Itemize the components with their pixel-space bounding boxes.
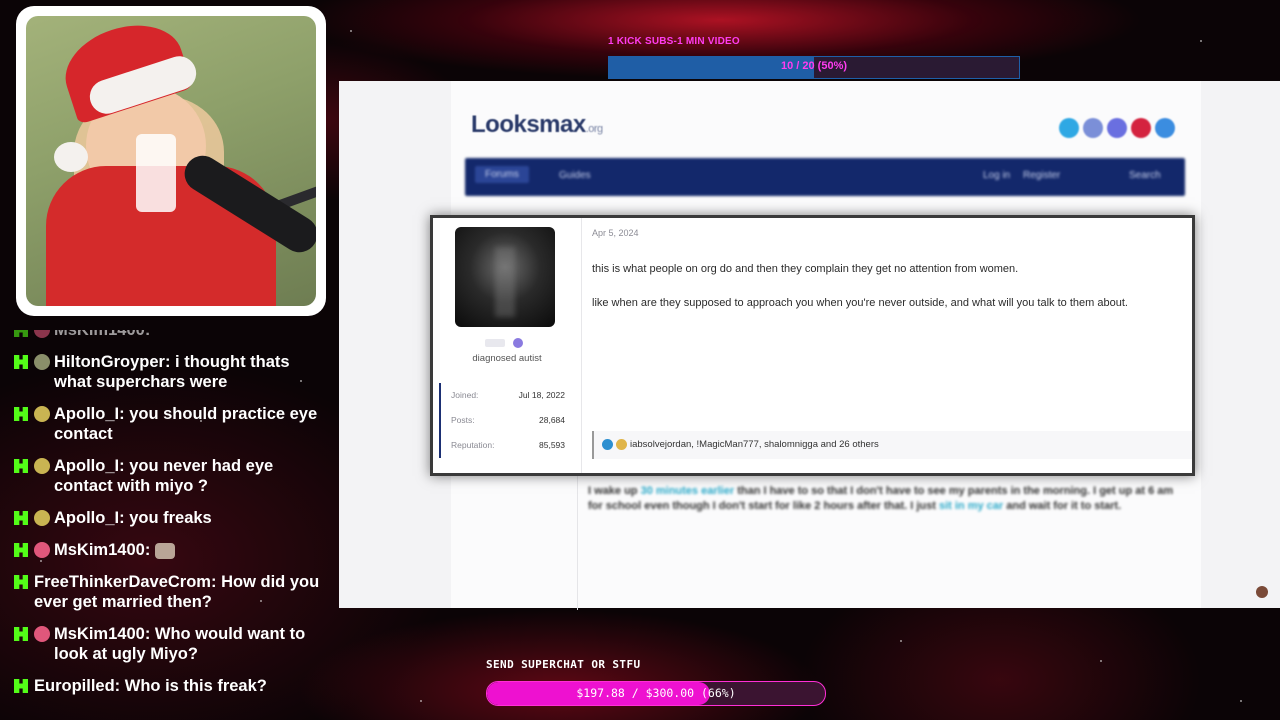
verified-badge-icon: [513, 338, 523, 348]
chat-message: Europilled: Who is this freak?: [12, 676, 322, 696]
kick-badge-icon: [14, 627, 28, 641]
kick-sub-goal-bar: 10 / 20 (50%): [608, 56, 1020, 79]
pinterest-icon[interactable]: [1131, 118, 1151, 138]
chat-avatar-icon: [34, 510, 50, 526]
chat-username[interactable]: Apollo_I: [54, 509, 119, 527]
kick-badge-icon: [14, 575, 28, 589]
kick-sub-goal-title: 1 KICK SUBS-1 MIN VIDEO: [608, 36, 740, 47]
stat-posts: Posts: 28,684: [451, 415, 565, 425]
user-title: diagnosed autist: [472, 353, 542, 364]
chat-avatar-icon: [34, 354, 50, 370]
chat-avatar-icon: [34, 626, 50, 642]
chat-message: MsKim1400:: [12, 540, 322, 560]
chat-username[interactable]: MsKim1400: [54, 625, 145, 643]
blurred-user-column: [452, 470, 578, 610]
nav-register[interactable]: Register: [1023, 170, 1060, 181]
webcam-feed: [26, 16, 316, 306]
chat-username[interactable]: MsKim1400: [54, 330, 145, 339]
twitter-icon[interactable]: [1059, 118, 1079, 138]
chat-avatar-icon: [34, 458, 50, 474]
kick-badge-icon: [14, 459, 28, 473]
chat-message: MsKim1400:: [12, 330, 322, 340]
post-paragraph: like when are they supposed to approach …: [592, 297, 1128, 309]
superchat-goal-bar: $197.88 / $300.00 (66%): [486, 681, 826, 706]
chat-username[interactable]: Apollo_I: [54, 405, 119, 423]
user-avatar[interactable]: [455, 227, 555, 327]
kick-badge-icon: [14, 679, 28, 693]
blurred-post-text: I wake up 30 minutes earlier than I have…: [588, 485, 1174, 512]
nav-search[interactable]: Search: [1129, 170, 1161, 181]
chat-message-text: you freaks: [129, 509, 212, 527]
site-navbar: Forums Guides Log in Register Search: [465, 158, 1185, 196]
chat-message: HiltonGroyper: i thought thats what supe…: [12, 352, 322, 392]
webcam-overlay: [16, 6, 326, 316]
mail-icon[interactable]: [1155, 118, 1175, 138]
chat-avatar-icon: [34, 406, 50, 422]
post-body: this is what people on org do and then t…: [592, 262, 1182, 330]
kick-badge-icon: [14, 543, 28, 557]
stat-reputation: Reputation: 85,593: [451, 440, 565, 450]
chat-username[interactable]: MsKim1400: [54, 541, 145, 559]
chat-message: Apollo_I: you should practice eye contac…: [12, 404, 322, 444]
post-date[interactable]: Apr 5, 2024: [592, 228, 639, 238]
like-reaction-icon: [602, 438, 613, 450]
kick-sub-goal-progress: 10 / 20 (50%): [780, 60, 848, 72]
nav-forums[interactable]: Forums: [475, 166, 529, 183]
chat-username[interactable]: Apollo_I: [54, 457, 119, 475]
chat-panel: MsKim1400: HiltonGroyper: i thought that…: [12, 330, 322, 720]
chat-message: MsKim1400: Who would want to look at ugl…: [12, 624, 322, 664]
chat-message: FreeThinkerDaveCrom: How did you ever ge…: [12, 572, 322, 612]
post-reactions[interactable]: iabsolvejordan, !MagicMan777, shalomnigg…: [592, 431, 1192, 459]
post-paragraph: this is what people on org do and then t…: [592, 263, 1019, 275]
nav-guides[interactable]: Guides: [559, 170, 591, 181]
reactions-list[interactable]: iabsolvejordan, !MagicMan777, shalomnigg…: [630, 439, 879, 450]
chat-message-text: Who is this freak?: [124, 677, 267, 695]
chat-avatar-icon: [34, 330, 50, 338]
kick-badge-icon: [14, 511, 28, 525]
superchat-goal-progress: $197.88 / $300.00 (66%): [576, 686, 736, 700]
instagram-icon[interactable]: [1083, 118, 1103, 138]
discord-icon[interactable]: [1107, 118, 1127, 138]
corner-emoji-icon: [1256, 586, 1268, 598]
chat-username[interactable]: Europilled: [34, 677, 115, 695]
social-icons: [1059, 118, 1175, 138]
milk-glass: [136, 134, 176, 212]
superchat-goal-title: SEND SUPERCHAT OR STFU: [486, 658, 641, 671]
kick-badge-icon: [14, 330, 28, 337]
user-stats: Joined: Jul 18, 2022 Posts: 28,684 Reputat…: [439, 383, 571, 458]
site-logo[interactable]: Looksmax.org: [471, 111, 603, 139]
laugh-reaction-icon: [616, 438, 627, 450]
kick-badge-icon: [14, 355, 28, 369]
cat-emote: [154, 542, 175, 559]
chat-username[interactable]: HiltonGroyper: [54, 353, 165, 371]
chat-message: Apollo_I: you never had eye contact with…: [12, 456, 322, 496]
chat-username[interactable]: FreeThinkerDaveCrom: [34, 573, 211, 591]
chat-avatar-icon: [34, 542, 50, 558]
nav-login[interactable]: Log in: [983, 170, 1010, 181]
post-user-column: diagnosed autist Joined: Jul 18, 2022 Pos…: [433, 218, 582, 473]
forum-post: diagnosed autist Joined: Jul 18, 2022 Pos…: [430, 215, 1195, 476]
stat-joined: Joined: Jul 18, 2022: [451, 390, 565, 400]
username-blurred[interactable]: [485, 339, 505, 347]
chat-message: Apollo_I: you freaks: [12, 508, 322, 528]
kick-badge-icon: [14, 407, 28, 421]
